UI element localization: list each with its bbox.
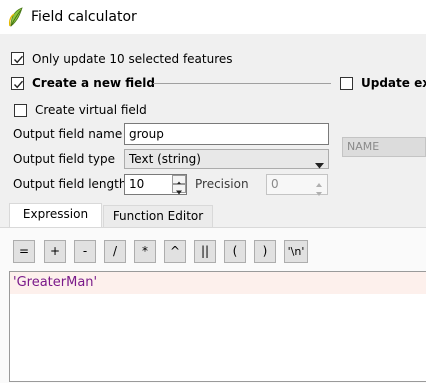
operator-power-button[interactable]: ^ <box>164 240 186 263</box>
checkmark-icon <box>13 80 24 89</box>
output-field-length-label: Output field length <box>13 177 127 191</box>
tab-expression[interactable]: Expression <box>9 203 102 227</box>
operator-open-paren-button[interactable]: ( <box>224 240 246 263</box>
operator-divide-button[interactable]: / <box>104 240 126 263</box>
precision-down-icon <box>314 186 324 200</box>
checkmark-icon <box>13 55 24 64</box>
operator-multiply-button[interactable]: * <box>134 240 156 263</box>
output-field-type-value: Text (string) <box>129 152 201 166</box>
group-divider <box>153 83 331 84</box>
create-virtual-field-checkbox[interactable] <box>14 104 27 117</box>
output-field-name-input[interactable]: group <box>124 123 329 145</box>
update-existing-field-label: Update ex <box>361 76 426 90</box>
title-bar: Field calculator <box>0 0 426 34</box>
expression-editor[interactable]: 'GreaterMan' <box>9 271 426 382</box>
output-field-type-select[interactable]: Text (string) <box>124 149 329 169</box>
only-update-selected-label: Only update 10 selected features <box>32 52 233 66</box>
existing-field-combo[interactable]: NAME <box>342 137 426 157</box>
output-field-type-label: Output field type <box>13 152 116 166</box>
output-field-length-value: 10 <box>129 177 145 191</box>
expression-text: 'GreaterMan' <box>13 275 98 290</box>
operator-minus-button[interactable]: - <box>74 240 96 263</box>
tab-function-editor[interactable]: Function Editor <box>103 205 213 227</box>
length-increase-button[interactable] <box>172 175 186 186</box>
operator-equals-button[interactable]: = <box>13 240 35 263</box>
window-title: Field calculator <box>31 9 137 25</box>
operator-close-paren-button[interactable]: ) <box>254 240 276 263</box>
precision-value: 0 <box>271 177 279 191</box>
create-new-field-label: Create a new field <box>32 76 155 90</box>
chevron-down-icon <box>315 156 324 174</box>
arrow-down-icon <box>176 190 182 195</box>
operator-plus-button[interactable]: + <box>44 240 66 263</box>
create-new-field-checkbox[interactable] <box>11 77 24 90</box>
operator-newline-button[interactable]: '\n' <box>284 240 308 263</box>
precision-label: Precision <box>195 177 249 191</box>
create-virtual-field-label: Create virtual field <box>35 103 147 117</box>
only-update-selected-checkbox[interactable] <box>11 52 24 65</box>
length-decrease-button[interactable] <box>172 184 186 195</box>
qgis-leaf-icon <box>8 7 24 27</box>
output-field-name-label: Output field name <box>13 127 123 141</box>
operator-concat-button[interactable]: || <box>194 240 216 263</box>
update-existing-field-checkbox[interactable] <box>340 77 353 90</box>
